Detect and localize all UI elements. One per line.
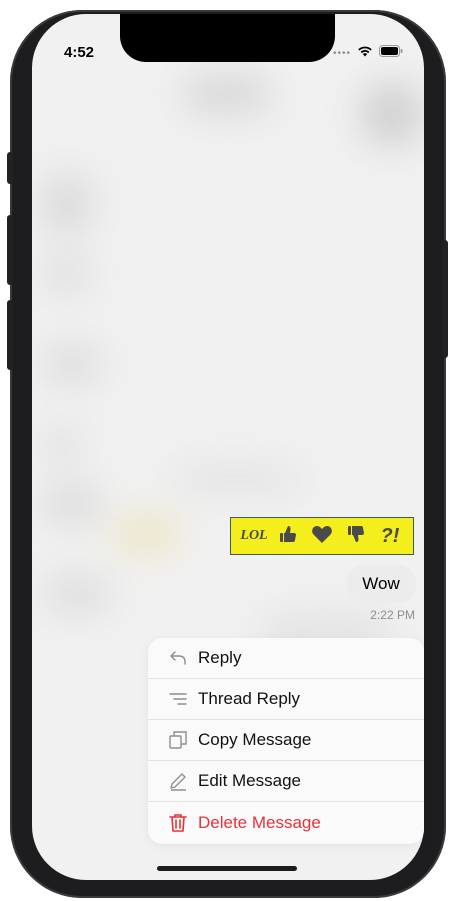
thumbs-down-icon: [346, 524, 366, 549]
volume-down-button: [7, 300, 13, 370]
menu-item-label: Reply: [198, 648, 242, 667]
status-icons: ••••: [333, 44, 403, 62]
status-time: 4:52: [64, 44, 95, 61]
home-indicator[interactable]: [157, 866, 297, 871]
power-button: [442, 240, 448, 358]
reaction-heart[interactable]: [309, 523, 335, 549]
menu-item-delete-message[interactable]: Delete Message: [148, 802, 424, 843]
menu-item-label: Copy Message: [198, 730, 312, 749]
reaction-thumbs-up[interactable]: [275, 523, 301, 549]
menu-item-edit-message[interactable]: Edit Message: [148, 761, 424, 802]
thumbs-up-icon: [278, 524, 298, 549]
heart-icon: [311, 524, 333, 549]
menu-item-label: Edit Message: [198, 771, 301, 790]
menu-item-copy-message[interactable]: Copy Message: [148, 720, 424, 761]
message-timestamp: 2:22 PM: [370, 608, 415, 622]
reply-icon: [168, 648, 188, 668]
message-context-menu: Reply Thread Reply Copy Message Edit Mes…: [148, 638, 424, 844]
battery-icon: [379, 44, 403, 62]
reaction-lol[interactable]: LOL: [240, 523, 268, 549]
wifi-icon: [357, 44, 373, 62]
lol-icon: LOL: [240, 528, 268, 543]
reaction-thumbs-down[interactable]: [343, 523, 369, 549]
menu-item-label: Delete Message: [198, 812, 321, 832]
trash-icon: [168, 813, 188, 833]
notch: [120, 14, 335, 62]
menu-item-thread-reply[interactable]: Thread Reply: [148, 679, 424, 720]
edit-icon: [168, 771, 188, 791]
menu-item-reply[interactable]: Reply: [148, 638, 424, 679]
message-bubble[interactable]: Wow: [346, 565, 416, 603]
message-text: Wow: [362, 574, 400, 593]
silence-switch: [7, 152, 13, 184]
reaction-question-exclamation[interactable]: ?!: [377, 523, 403, 549]
signal-dots-icon: ••••: [332, 47, 351, 59]
reaction-bar: LOL ?!: [230, 517, 414, 555]
question-exclamation-icon: ?!: [380, 524, 400, 547]
menu-item-label: Thread Reply: [198, 689, 301, 708]
thread-reply-icon: [168, 689, 188, 709]
copy-icon: [168, 730, 188, 750]
volume-up-button: [7, 215, 13, 285]
